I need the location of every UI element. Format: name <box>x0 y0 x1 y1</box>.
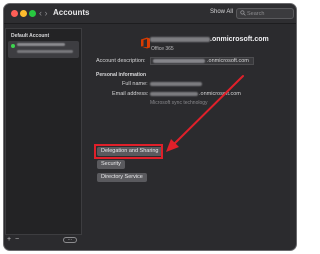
back-chevron-icon[interactable]: ‹ › <box>39 8 48 18</box>
status-online-icon <box>11 44 15 48</box>
redacted-email-prefix <box>150 36 210 42</box>
email-address-label: Email address: <box>112 91 149 97</box>
personal-information-heading: Personal information <box>96 72 147 78</box>
account-description-field[interactable]: .onmicrosoft.com <box>150 57 254 65</box>
redacted-account-email <box>17 50 73 53</box>
more-options-button[interactable]: ⋯ <box>63 237 77 243</box>
add-account-button[interactable]: + <box>7 236 11 244</box>
window-title: Accounts <box>53 8 90 17</box>
sync-technology-note: Microsoft sync technology <box>150 100 208 106</box>
account-email-domain: .onmicrosoft.com <box>210 36 269 43</box>
search-field[interactable] <box>236 8 294 19</box>
redacted-email-prefix-field <box>150 92 198 96</box>
redacted-account-name <box>17 43 65 46</box>
search-input[interactable] <box>247 9 291 18</box>
account-description-label: Account description: <box>96 58 146 64</box>
redacted-full-name <box>150 82 202 86</box>
directory-service-button[interactable]: Directory Service <box>97 173 147 182</box>
remove-account-button[interactable]: − <box>15 236 19 244</box>
minimize-window-button[interactable] <box>20 10 27 17</box>
account-email-header: .onmicrosoft.com <box>150 36 269 43</box>
title-bar: ‹ › Accounts Show All <box>4 4 296 24</box>
close-window-button[interactable] <box>11 10 18 17</box>
sidebar-section-label: Default Account <box>11 33 50 39</box>
account-type: Office 365 <box>151 46 174 52</box>
zoom-window-button[interactable] <box>29 10 36 17</box>
security-button[interactable]: Security <box>97 160 125 169</box>
full-name-label: Full name: <box>122 81 148 87</box>
show-all-button[interactable]: Show All <box>210 9 233 15</box>
highlight-annotation-box <box>94 144 163 159</box>
redacted-description-prefix <box>153 59 205 63</box>
sidebar-account-item[interactable] <box>8 41 79 58</box>
accounts-sidebar: Default Account <box>5 28 82 235</box>
email-address-domain: .onmicrosoft.com <box>199 91 241 97</box>
sidebar-footer: + − ⋯ <box>5 236 82 245</box>
account-description-domain: .onmicrosoft.com <box>207 58 249 64</box>
search-icon <box>240 10 246 16</box>
